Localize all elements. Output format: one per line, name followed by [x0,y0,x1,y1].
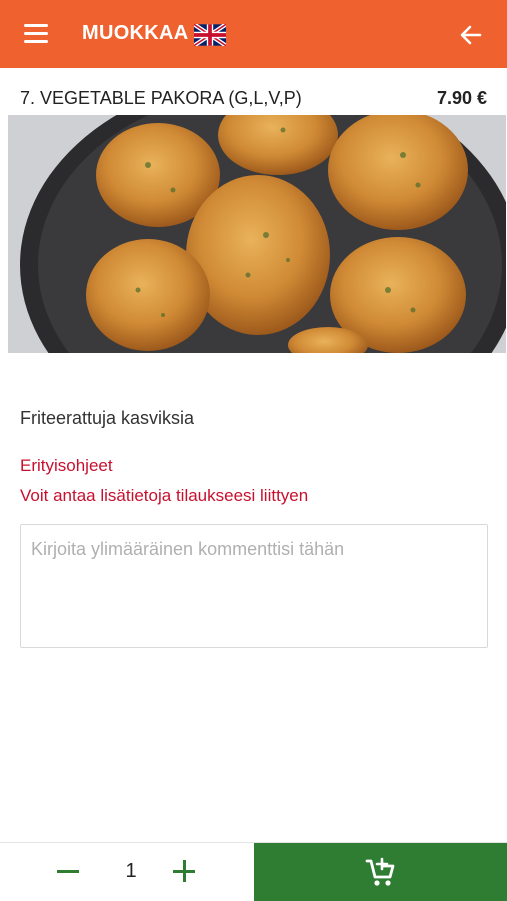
product-header: 7. VEGETABLE PAKORA (G,L,V,P) 7.90 € [0,68,507,114]
special-instructions-title: Erityisohjeet [20,456,113,475]
quantity-value: 1 [125,860,137,882]
arrow-left-icon[interactable] [458,22,484,48]
app-header: MUOKKAA [0,0,507,68]
product-price: 7.90 € [436,88,487,108]
product-description: Friteerattuja kasviksia [20,408,195,428]
hamburger-menu-icon[interactable] [24,24,48,44]
increase-quantity-button[interactable] [170,857,198,885]
uk-flag-icon[interactable] [194,24,226,46]
pakora-image [8,115,506,353]
page-title: MUOKKAA [82,22,189,44]
product-photo [8,115,506,353]
add-to-cart-button[interactable] [254,843,507,901]
decrease-quantity-button[interactable] [54,857,82,885]
product-name: 7. VEGETABLE PAKORA (G,L,V,P) [20,88,302,108]
add-to-cart-icon [365,857,394,886]
comment-input[interactable] [20,524,488,648]
order-bar: 1 [0,842,507,901]
minus-icon [57,869,79,873]
special-instructions-subtitle: Voit antaa lisätietoja tilaukseesi liitt… [20,486,309,505]
